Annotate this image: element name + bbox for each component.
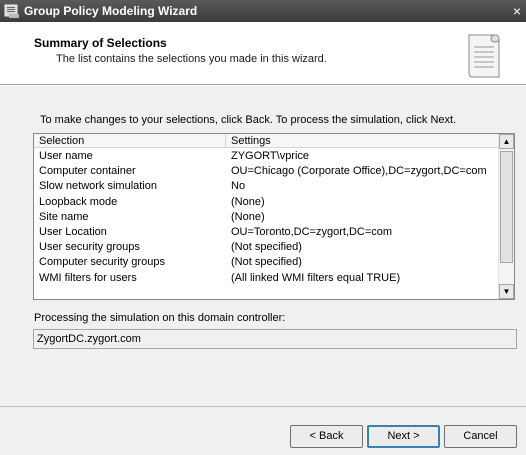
page-title: Summary of Selections — [34, 36, 167, 50]
close-icon[interactable]: × — [508, 2, 526, 20]
scroll-up-icon[interactable]: ▲ — [499, 134, 514, 149]
list-header: Selection Settings — [34, 134, 499, 148]
row-settings: (None) — [231, 210, 265, 223]
row-settings: ZYGORT\vprice — [231, 150, 310, 162]
list-row[interactable]: User Location OU=Toronto,DC=zygort,DC=com — [34, 225, 499, 240]
cancel-button[interactable]: Cancel — [444, 425, 517, 448]
row-selection: Loopback mode — [39, 195, 118, 208]
row-settings: (None) — [231, 195, 265, 208]
domain-controller-label: Processing the simulation on this domain… — [34, 312, 286, 324]
instruction-text: To make changes to your selections, clic… — [40, 114, 457, 126]
row-settings: OU=Chicago (Corporate Office),DC=zygort,… — [231, 165, 487, 178]
row-settings: OU=Toronto,DC=zygort,DC=com — [231, 225, 393, 238]
column-header-selection[interactable]: Selection — [34, 134, 226, 148]
back-button[interactable]: < Back — [290, 425, 363, 448]
list-rows: User name ZYGORT\vprice Computer containe… — [34, 149, 499, 286]
page-subtitle: The list contains the selections you mad… — [56, 53, 327, 65]
list-row[interactable]: Loopback mode (None) — [34, 195, 499, 210]
scroll-thumb[interactable] — [500, 151, 513, 263]
wizard-footer: < Back Next > Cancel — [0, 406, 526, 455]
row-selection: Slow network simulation — [39, 180, 157, 193]
row-selection: Computer security groups — [39, 256, 165, 269]
row-settings: No — [231, 180, 246, 193]
row-selection: Computer container — [39, 165, 136, 178]
gpo-wizard-icon — [4, 4, 19, 18]
list-row[interactable]: User security groups (Not specified) — [34, 240, 499, 255]
row-settings: (Not specified) — [231, 241, 302, 254]
domain-controller-field: ZygortDC.zygort.com — [33, 329, 517, 349]
next-button[interactable]: Next > — [367, 425, 440, 448]
row-selection: Site name — [39, 210, 89, 223]
summary-list[interactable]: Selection Settings User name ZYGORT\vpric… — [33, 133, 515, 300]
wizard-body: To make changes to your selections, clic… — [0, 86, 526, 406]
row-selection: WMI filters for users — [39, 271, 137, 284]
list-row[interactable]: Slow network simulation No — [34, 179, 499, 194]
scroll-down-icon[interactable]: ▼ — [499, 284, 514, 299]
list-row[interactable]: WMI filters for users (All linked WMI fil… — [34, 271, 499, 286]
row-settings: (All linked WMI filters equal TRUE) — [231, 271, 401, 284]
list-row[interactable]: Computer container OU=Chicago (Corporate … — [34, 164, 499, 179]
column-header-settings[interactable]: Settings — [226, 134, 499, 148]
window-title: Group Policy Modeling Wizard — [24, 4, 198, 18]
list-row[interactable]: User name ZYGORT\vprice — [34, 149, 499, 164]
vertical-scrollbar[interactable]: ▲ ▼ — [498, 134, 514, 299]
list-row[interactable]: Site name (None) — [34, 210, 499, 225]
row-selection: User name — [39, 150, 93, 162]
list-row[interactable]: Computer security groups (Not specified) — [34, 255, 499, 270]
row-settings: (Not specified) — [231, 256, 302, 269]
title-bar: Group Policy Modeling Wizard × — [0, 0, 526, 22]
document-icon — [468, 34, 500, 78]
row-selection: User Location — [39, 225, 107, 238]
wizard-header: Summary of Selections The list contains … — [0, 22, 526, 84]
row-selection: User security groups — [39, 241, 140, 254]
